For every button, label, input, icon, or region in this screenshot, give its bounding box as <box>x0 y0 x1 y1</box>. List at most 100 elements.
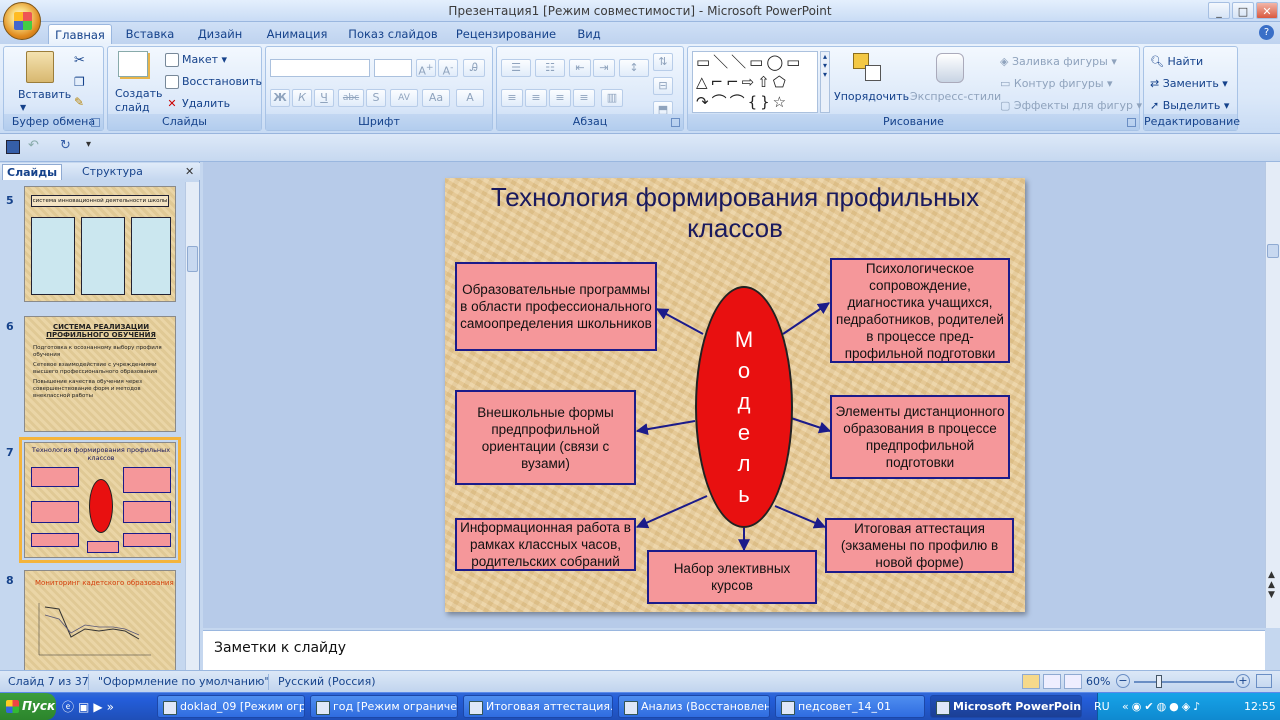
paste-icon[interactable] <box>26 51 54 83</box>
notes-pane[interactable] <box>203 630 1265 670</box>
shrink-font-icon[interactable]: A- <box>438 59 458 78</box>
box-educational-programs[interactable]: Образовательные программы в области проф… <box>455 262 657 351</box>
save-icon[interactable] <box>6 140 20 154</box>
zoom-in-icon[interactable]: + <box>1236 674 1250 688</box>
sorter-view-icon[interactable] <box>1043 674 1061 689</box>
new-slide-button[interactable]: Создать <box>115 87 163 100</box>
close-button[interactable]: ✕ <box>1256 2 1278 19</box>
tray-app-icon[interactable]: ◉ <box>1132 700 1145 713</box>
box-information-work[interactable]: Информационная работа в рамках классных … <box>455 518 636 571</box>
dialog-launcher-icon[interactable] <box>671 118 680 127</box>
align-center-icon[interactable]: ≡ <box>525 89 547 107</box>
zoom-out-icon[interactable]: − <box>1116 674 1130 688</box>
bold-icon[interactable]: Ж <box>270 89 290 107</box>
slide-thumbnail-6[interactable]: СИСТЕМА РЕАЛИЗАЦИИ ПРОФИЛЬНОГО ОБУЧЕНИЯ … <box>24 316 176 432</box>
slide-thumbnail-5[interactable]: система инновационной деятельности школы <box>24 186 176 302</box>
media-icon[interactable]: ▶ <box>93 700 106 714</box>
quick-styles-button[interactable]: Экспресс-стили <box>910 90 1001 103</box>
box-extracurricular-forms[interactable]: Внешкольные формы предпрофильной ориента… <box>455 390 636 485</box>
tab-animation[interactable]: Анимация <box>262 24 332 44</box>
box-distance-education[interactable]: Элементы дистанционного образования в пр… <box>830 395 1010 479</box>
arrange-button[interactable]: Упорядочить <box>834 90 909 103</box>
shapes-gallery[interactable]: ▭＼＼▭◯▭ △⌐⌐⇨⇧⬠ ↷⌒⌒{}☆ <box>692 51 818 113</box>
shape-outline-button[interactable]: Контур фигуры <box>1014 77 1104 90</box>
box-electives[interactable]: Набор элективных курсов <box>647 550 817 604</box>
columns-icon[interactable]: ▥ <box>601 89 623 107</box>
redo-icon[interactable]: ↻ <box>60 138 71 153</box>
align-text-icon[interactable]: ⊟ <box>653 77 673 95</box>
box-final-attestation[interactable]: Итоговая аттестация (экзамены по профилю… <box>825 518 1014 573</box>
help-icon[interactable]: ? <box>1259 25 1274 40</box>
delete-button[interactable]: Удалить <box>182 97 230 110</box>
reset-button[interactable]: Восстановить <box>182 75 262 88</box>
underline-icon[interactable]: Ч <box>314 89 334 107</box>
italic-icon[interactable]: К <box>292 89 312 107</box>
strike-icon[interactable]: abc <box>338 89 364 107</box>
customize-qat-icon[interactable]: ▾ <box>86 139 91 150</box>
shape-effects-button[interactable]: Эффекты для фигур <box>1014 99 1133 112</box>
align-left-icon[interactable]: ≡ <box>501 89 523 107</box>
editor-scrollbar[interactable]: ▲ ▲ ▼ <box>1265 162 1280 628</box>
start-button[interactable]: Пуск <box>0 693 56 720</box>
tray-arrow-icon[interactable]: « <box>1122 700 1132 713</box>
zoom-slider[interactable] <box>1134 681 1234 683</box>
box-psychological-support[interactable]: Психологическое сопровождение, диагности… <box>830 258 1010 363</box>
shadow-icon[interactable]: S <box>366 89 386 107</box>
slideshow-view-icon[interactable] <box>1064 674 1082 689</box>
spacing-icon[interactable]: AV <box>390 89 418 107</box>
tab-outline[interactable]: Структура <box>78 164 147 180</box>
taskbar-item-powerpoint[interactable]: Microsoft PowerPoin... <box>930 695 1082 718</box>
clear-format-icon[interactable]: Ꭿ <box>463 59 485 77</box>
indent-icon[interactable]: ⇥ <box>593 59 615 77</box>
notes-placeholder[interactable]: Заметки к слайду <box>214 640 346 656</box>
bullets-icon[interactable]: ☰ <box>501 59 531 77</box>
shape-fill-button[interactable]: Заливка фигуры <box>1012 55 1108 68</box>
normal-view-icon[interactable] <box>1022 674 1040 689</box>
align-right-icon[interactable]: ≡ <box>549 89 571 107</box>
numbering-icon[interactable]: ☷ <box>535 59 565 77</box>
cut-icon[interactable]: ✂ <box>74 53 85 68</box>
tab-design[interactable]: Дизайн <box>192 24 248 44</box>
folder-icon[interactable]: ▣ <box>78 700 93 714</box>
new-slide-icon[interactable] <box>118 51 148 77</box>
taskbar-item-analiz[interactable]: Анализ (Восстановлен... <box>618 695 770 718</box>
justify-icon[interactable]: ≡ <box>573 89 595 107</box>
taskbar-item-god[interactable]: год [Режим ограниче... <box>310 695 458 718</box>
text-direction-icon[interactable]: ⇅ <box>653 53 673 71</box>
tab-slides[interactable]: Слайды <box>2 164 63 180</box>
tab-view[interactable]: Вид <box>574 24 604 44</box>
language-tray[interactable]: RU <box>1094 700 1110 713</box>
tray-app-icon[interactable]: ● <box>1169 700 1182 713</box>
shapes-gallery-scroll[interactable]: ▴ ▾ ▾ <box>820 51 830 113</box>
layout-button[interactable]: Макет <box>182 53 218 66</box>
zoom-level[interactable]: 60% <box>1086 675 1110 688</box>
find-button[interactable]: Найти <box>1167 55 1203 68</box>
ie-icon[interactable]: ⓔ <box>62 700 78 714</box>
font-color-icon[interactable]: A <box>456 89 484 107</box>
close-pane-icon[interactable]: ✕ <box>185 165 194 178</box>
tray-app-icon[interactable]: ◍ <box>1157 700 1170 713</box>
new-slide-button-line2[interactable]: слайд <box>115 101 150 114</box>
taskbar-item-pedsovet[interactable]: педсовет_14_01 <box>775 695 925 718</box>
tab-review[interactable]: Рецензирование <box>455 24 557 44</box>
maximize-button[interactable]: □ <box>1232 2 1254 19</box>
format-painter-icon[interactable]: ✎ <box>74 95 84 109</box>
tab-home[interactable]: Главная <box>48 24 112 44</box>
fit-slide-icon[interactable] <box>1256 674 1272 688</box>
dialog-launcher-icon[interactable] <box>91 118 100 127</box>
copy-icon[interactable]: ❐ <box>74 75 85 89</box>
outdent-icon[interactable]: ⇤ <box>569 59 591 77</box>
tray-app-icon[interactable]: ◈ <box>1182 700 1193 713</box>
paste-button[interactable]: Вставить <box>18 88 71 101</box>
line-spacing-icon[interactable]: ↕ <box>619 59 649 77</box>
select-button[interactable]: Выделить <box>1163 99 1221 112</box>
volume-icon[interactable]: ♪ <box>1193 700 1203 713</box>
undo-icon[interactable]: ↶ <box>28 138 39 153</box>
language-indicator[interactable]: Русский (Россия) <box>278 675 376 688</box>
tab-slideshow[interactable]: Показ слайдов <box>348 24 438 44</box>
tab-insert[interactable]: Вставка <box>122 24 178 44</box>
antivirus-icon[interactable]: ✔ <box>1144 700 1156 713</box>
replace-button[interactable]: Заменить <box>1163 77 1219 90</box>
taskbar-item-doklad[interactable]: doklad_09 [Режим огр... <box>157 695 305 718</box>
current-slide[interactable]: Технология формирования профильных класс… <box>445 178 1025 612</box>
